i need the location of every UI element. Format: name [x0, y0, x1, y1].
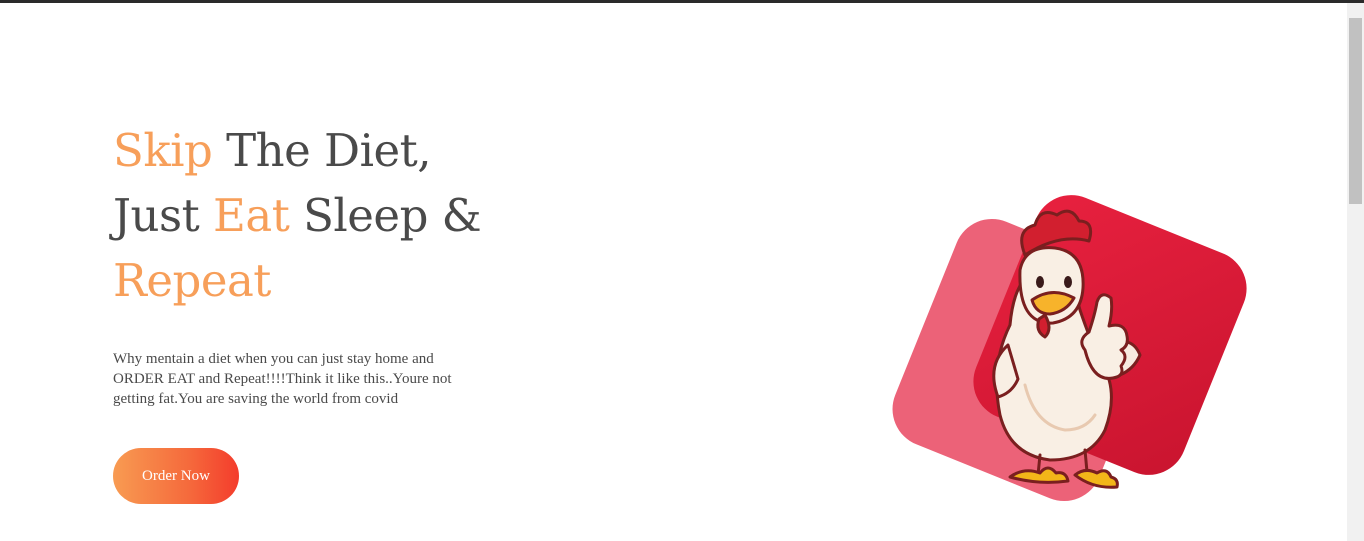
page-scrollbar[interactable]: [1347, 3, 1364, 541]
headline-text-the-diet: The Diet,: [212, 124, 432, 177]
headline-text-sleep: Sleep &: [289, 189, 482, 242]
headline-accent-eat: Eat: [213, 189, 290, 242]
chicken-mascot-illustration: [892, 195, 1247, 502]
hero-headline: Skip The Diet, Just Eat Sleep & Repeat: [113, 118, 533, 313]
order-now-button[interactable]: Order Now: [113, 448, 239, 504]
hero-description: Why mentain a diet when you can just sta…: [113, 351, 452, 407]
headline-text-just: Just: [113, 189, 214, 242]
browser-top-border: [0, 0, 1364, 3]
scrollbar-thumb[interactable]: [1349, 18, 1362, 204]
headline-accent-repeat: Repeat: [113, 254, 271, 307]
headline-accent-skip: Skip: [113, 124, 213, 177]
page: Skip The Diet, Just Eat Sleep & Repeat Why…: [0, 0, 1364, 541]
